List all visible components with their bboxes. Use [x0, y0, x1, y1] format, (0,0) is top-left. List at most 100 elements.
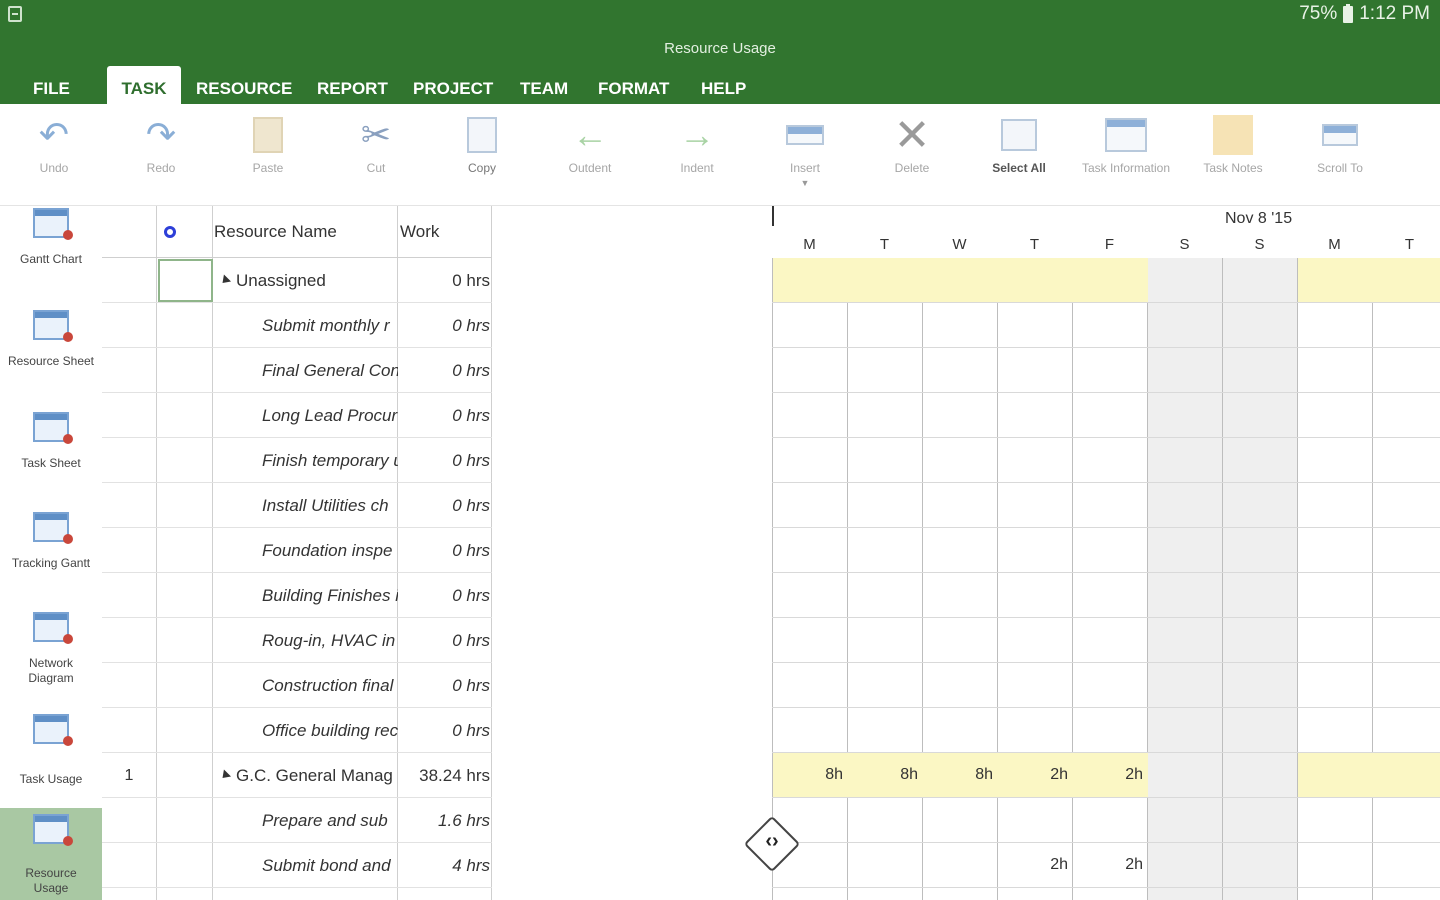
usage-cell[interactable]	[1073, 573, 1148, 617]
usage-cell[interactable]	[998, 393, 1073, 437]
usage-cell[interactable]	[923, 618, 998, 662]
usage-cell[interactable]	[1073, 618, 1148, 662]
work-cell[interactable]: 0 hrs	[398, 316, 490, 336]
usage-cell[interactable]	[1223, 708, 1298, 752]
usage-cell[interactable]	[923, 348, 998, 392]
usage-cell[interactable]: 8h	[848, 753, 923, 797]
usage-cell[interactable]	[998, 348, 1073, 392]
usage-cell[interactable]	[1298, 573, 1373, 617]
collapse-icon[interactable]	[218, 274, 232, 287]
task-information-button[interactable]: Task Information	[1076, 110, 1176, 176]
usage-cell[interactable]	[923, 708, 998, 752]
usage-cell[interactable]	[998, 483, 1073, 527]
view-network-diagram[interactable]: Network Diagram	[0, 608, 102, 708]
work-cell[interactable]: 0 hrs	[398, 631, 490, 651]
resource-name-cell[interactable]: Finish temporary u	[214, 451, 398, 471]
usage-cell[interactable]	[848, 798, 923, 842]
redo-button[interactable]: ↷ Redo	[111, 110, 211, 176]
table-row[interactable]: Construction final 0 hrs	[102, 663, 492, 708]
work-cell[interactable]: 0 hrs	[398, 586, 490, 606]
usage-cell[interactable]	[1373, 483, 1440, 527]
usage-cell[interactable]	[1223, 618, 1298, 662]
table-row[interactable]: Long Lead Procur 0 hrs	[102, 393, 492, 438]
usage-cell[interactable]	[848, 843, 923, 887]
usage-cell[interactable]	[998, 438, 1073, 482]
usage-cell[interactable]	[848, 258, 923, 302]
paste-button[interactable]: Paste	[218, 110, 318, 176]
outdent-button[interactable]: ← Outdent	[540, 110, 640, 176]
usage-cell[interactable]	[773, 573, 848, 617]
tab-report[interactable]: REPORT	[317, 66, 388, 104]
tab-resource[interactable]: RESOURCE	[196, 66, 292, 104]
resource-name-header[interactable]: Resource Name	[214, 222, 337, 242]
usage-cell[interactable]	[1298, 618, 1373, 662]
usage-cell[interactable]	[1073, 303, 1148, 347]
usage-cell[interactable]	[773, 708, 848, 752]
scroll-to-button[interactable]: Scroll To	[1290, 110, 1390, 176]
usage-cell[interactable]	[1373, 753, 1440, 797]
table-row[interactable]: 1 G.C. General Manag 38.24 hrs	[102, 753, 492, 798]
undo-button[interactable]: ↶ Undo	[4, 110, 104, 176]
usage-cell[interactable]	[1298, 528, 1373, 572]
usage-cell[interactable]	[923, 528, 998, 572]
usage-cell[interactable]	[998, 528, 1073, 572]
usage-cell[interactable]	[1298, 708, 1373, 752]
usage-cell[interactable]	[1148, 393, 1223, 437]
tab-team[interactable]: TEAM	[520, 66, 568, 104]
usage-cell[interactable]	[998, 618, 1073, 662]
usage-cell[interactable]	[1373, 573, 1440, 617]
usage-cell[interactable]	[923, 663, 998, 707]
usage-cell[interactable]	[773, 483, 848, 527]
usage-cell[interactable]	[1148, 753, 1223, 797]
table-row[interactable]: Submit monthly r 0 hrs	[102, 303, 492, 348]
table-row[interactable]: Submit bond and 4 hrs	[102, 843, 492, 888]
usage-cell[interactable]	[998, 798, 1073, 842]
table-row[interactable]: Foundation inspe 0 hrs	[102, 528, 492, 573]
usage-cell[interactable]	[1073, 258, 1148, 302]
usage-cell[interactable]	[923, 798, 998, 842]
usage-cell[interactable]	[1073, 528, 1148, 572]
resource-name-cell[interactable]: Final General Con	[214, 361, 398, 381]
view-task-sheet[interactable]: Task Sheet	[0, 408, 102, 508]
usage-cell[interactable]	[1073, 348, 1148, 392]
usage-cell[interactable]	[1298, 663, 1373, 707]
usage-cell[interactable]	[998, 303, 1073, 347]
usage-cell[interactable]	[848, 528, 923, 572]
usage-cell[interactable]	[1073, 663, 1148, 707]
resource-name-cell[interactable]: Install Utilities ch	[214, 496, 398, 516]
resource-name-cell[interactable]: Roug-in, HVAC in	[214, 631, 398, 651]
select-all-button[interactable]: Select All	[969, 110, 1069, 176]
usage-cell[interactable]	[773, 348, 848, 392]
usage-cell[interactable]	[1223, 573, 1298, 617]
usage-cell[interactable]	[1148, 483, 1223, 527]
usage-cell[interactable]: 2h	[1073, 843, 1148, 887]
resource-name-cell[interactable]: Building Finishes i	[214, 586, 398, 606]
usage-cell[interactable]	[998, 708, 1073, 752]
indent-button[interactable]: → Indent	[647, 110, 747, 176]
view-tracking-gantt[interactable]: Tracking Gantt	[0, 508, 102, 608]
work-cell[interactable]: 0 hrs	[398, 541, 490, 561]
work-cell[interactable]: 0 hrs	[398, 361, 490, 381]
usage-cell[interactable]	[773, 618, 848, 662]
usage-cell[interactable]	[1373, 438, 1440, 482]
usage-cell[interactable]	[1073, 438, 1148, 482]
usage-cell[interactable]	[1298, 483, 1373, 527]
usage-cell[interactable]	[848, 663, 923, 707]
view-task-usage[interactable]: Task Usage	[0, 708, 102, 808]
usage-cell[interactable]	[998, 573, 1073, 617]
cut-button[interactable]: ✂ Cut	[326, 110, 426, 176]
usage-cell[interactable]	[1298, 303, 1373, 347]
usage-cell[interactable]	[1223, 393, 1298, 437]
usage-cell[interactable]	[1148, 798, 1223, 842]
usage-cell[interactable]	[848, 618, 923, 662]
usage-cell[interactable]	[1223, 798, 1298, 842]
table-row[interactable]: Final General Con 0 hrs	[102, 348, 492, 393]
work-cell[interactable]: 1.6 hrs	[398, 811, 490, 831]
usage-cell[interactable]	[998, 663, 1073, 707]
chevron-down-icon[interactable]: ▼	[755, 178, 855, 188]
selected-cell[interactable]	[158, 259, 213, 302]
usage-cell[interactable]	[1148, 303, 1223, 347]
work-cell[interactable]: 38.24 hrs	[398, 766, 490, 786]
usage-cell[interactable]	[923, 573, 998, 617]
work-cell[interactable]: 0 hrs	[398, 676, 490, 696]
